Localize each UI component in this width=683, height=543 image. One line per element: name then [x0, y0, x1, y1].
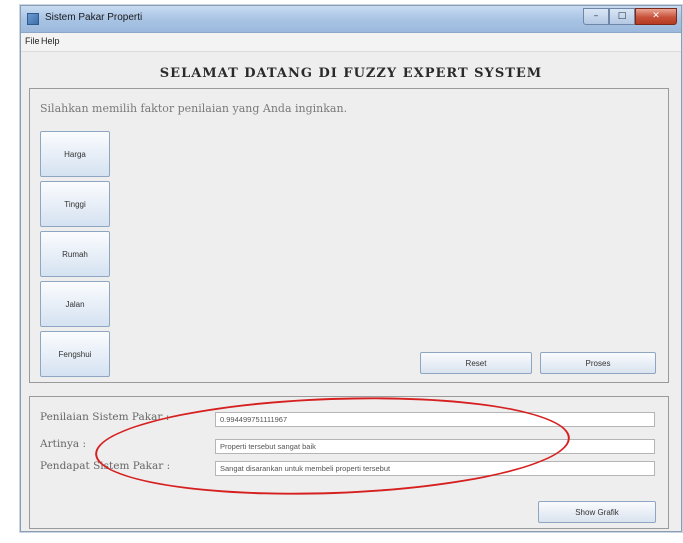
factor-button-fengshui[interactable]: Fengshui [40, 331, 110, 377]
show-graph-button[interactable]: Show Grafik [538, 501, 656, 523]
factor-button-tinggi[interactable]: Tinggi [40, 181, 110, 227]
minimize-button[interactable]: – [583, 8, 609, 25]
menu-help[interactable]: Help [41, 36, 60, 46]
menu-bar: File Help [21, 33, 681, 52]
close-button[interactable]: ✕ [635, 8, 677, 25]
result-panel: Penilaian Sistem Pakar : 0.9944997511119… [29, 396, 669, 529]
menu-file[interactable]: File [25, 36, 40, 46]
app-icon [27, 13, 39, 25]
welcome-heading: SELAMAT DATANG DI FUZZY EXPERT SYSTEM [159, 66, 543, 81]
opinion-label: Pendapat Sistem Pakar : [40, 460, 171, 472]
app-window: Sistem Pakar Properti – □ ✕ File Help SE… [20, 5, 682, 532]
reset-button[interactable]: Reset [420, 352, 532, 374]
factor-button-jalan[interactable]: Jalan [40, 281, 110, 327]
score-label: Penilaian Sistem Pakar : [40, 411, 170, 423]
meaning-label: Artinya : [40, 438, 87, 450]
window-title: Sistem Pakar Properti [45, 12, 143, 23]
instruction-text: Silahkan memilih faktor penilaian yang A… [40, 102, 348, 115]
factor-button-harga[interactable]: Harga [40, 131, 110, 177]
meaning-field[interactable]: Properti tersebut sangat baik [215, 439, 655, 454]
process-button[interactable]: Proses [540, 352, 656, 374]
factor-button-rumah[interactable]: Rumah [40, 231, 110, 277]
title-bar[interactable]: Sistem Pakar Properti – □ ✕ [21, 6, 681, 33]
score-field[interactable]: 0.994499751111967 [215, 412, 655, 427]
factor-panel: Silahkan memilih faktor penilaian yang A… [29, 88, 669, 383]
opinion-field[interactable]: Sangat disarankan untuk membeli properti… [215, 461, 655, 476]
window-controls: – □ ✕ [583, 8, 677, 26]
maximize-button[interactable]: □ [609, 8, 635, 25]
